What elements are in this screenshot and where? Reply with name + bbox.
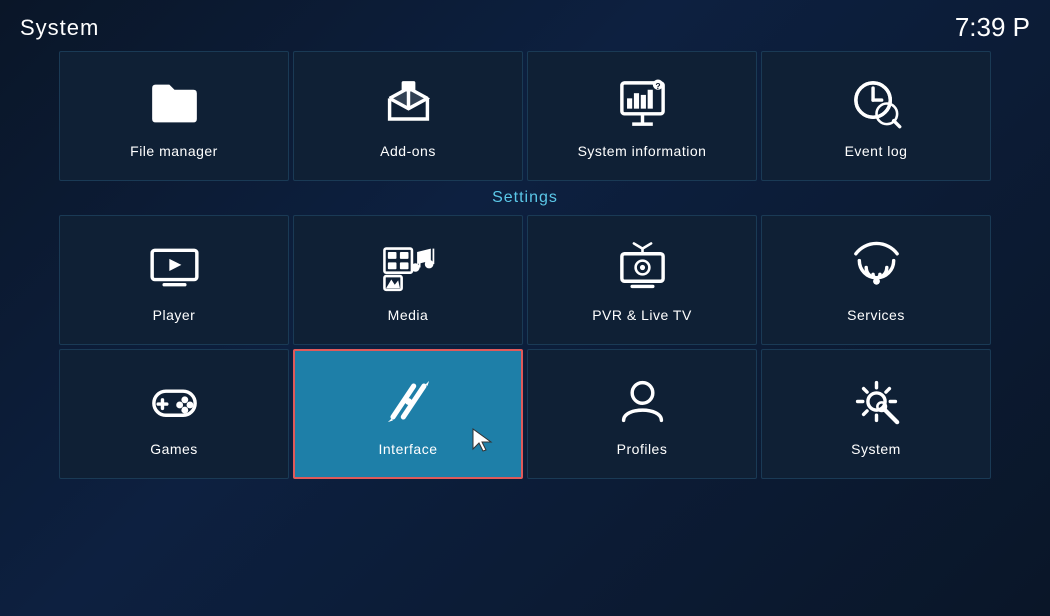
- tile-label: Player: [153, 307, 196, 323]
- pvr-icon: [612, 237, 672, 297]
- tile-label: System information: [578, 143, 707, 159]
- settings-row-2: Games Interface: [0, 349, 1050, 479]
- tile-label: Event log: [845, 143, 908, 159]
- svg-text:?: ?: [655, 80, 660, 90]
- settings-row-1: Player Media: [0, 215, 1050, 345]
- tile-pvr-live-tv[interactable]: PVR & Live TV: [527, 215, 757, 345]
- cursor: [471, 427, 493, 449]
- services-icon: [846, 237, 906, 297]
- tile-label: Profiles: [617, 441, 668, 457]
- page-title: System: [20, 15, 99, 41]
- tile-label: PVR & Live TV: [592, 307, 692, 323]
- eventlog-icon: [846, 73, 906, 133]
- tile-event-log[interactable]: Event log: [761, 51, 991, 181]
- tile-label: Services: [847, 307, 905, 323]
- section-label: Settings: [0, 189, 1050, 207]
- games-icon: [144, 371, 204, 431]
- player-icon: [144, 237, 204, 297]
- tile-system-information[interactable]: ? System information: [527, 51, 757, 181]
- profiles-icon: [612, 371, 672, 431]
- tile-file-manager[interactable]: File manager: [59, 51, 289, 181]
- tile-player[interactable]: Player: [59, 215, 289, 345]
- tile-label: File manager: [130, 143, 218, 159]
- folder-icon: [144, 73, 204, 133]
- tile-label: Interface: [379, 441, 438, 457]
- tile-interface[interactable]: Interface: [293, 349, 523, 479]
- tile-label: System: [851, 441, 901, 457]
- tile-profiles[interactable]: Profiles: [527, 349, 757, 479]
- interface-icon: [378, 371, 438, 431]
- sysinfo-icon: ?: [612, 73, 672, 133]
- addons-icon: [378, 73, 438, 133]
- media-icon: [378, 237, 438, 297]
- tile-media[interactable]: Media: [293, 215, 523, 345]
- tile-system[interactable]: System: [761, 349, 991, 479]
- tile-games[interactable]: Games: [59, 349, 289, 479]
- tile-services[interactable]: Services: [761, 215, 991, 345]
- tile-label: Media: [388, 307, 429, 323]
- tile-label: Add-ons: [380, 143, 436, 159]
- system-icon: [846, 371, 906, 431]
- tile-add-ons[interactable]: Add-ons: [293, 51, 523, 181]
- tile-label: Games: [150, 441, 198, 457]
- clock: 7:39 P: [955, 12, 1030, 43]
- top-row: File manager Add-ons: [0, 51, 1050, 181]
- header: System 7:39 P: [0, 0, 1050, 51]
